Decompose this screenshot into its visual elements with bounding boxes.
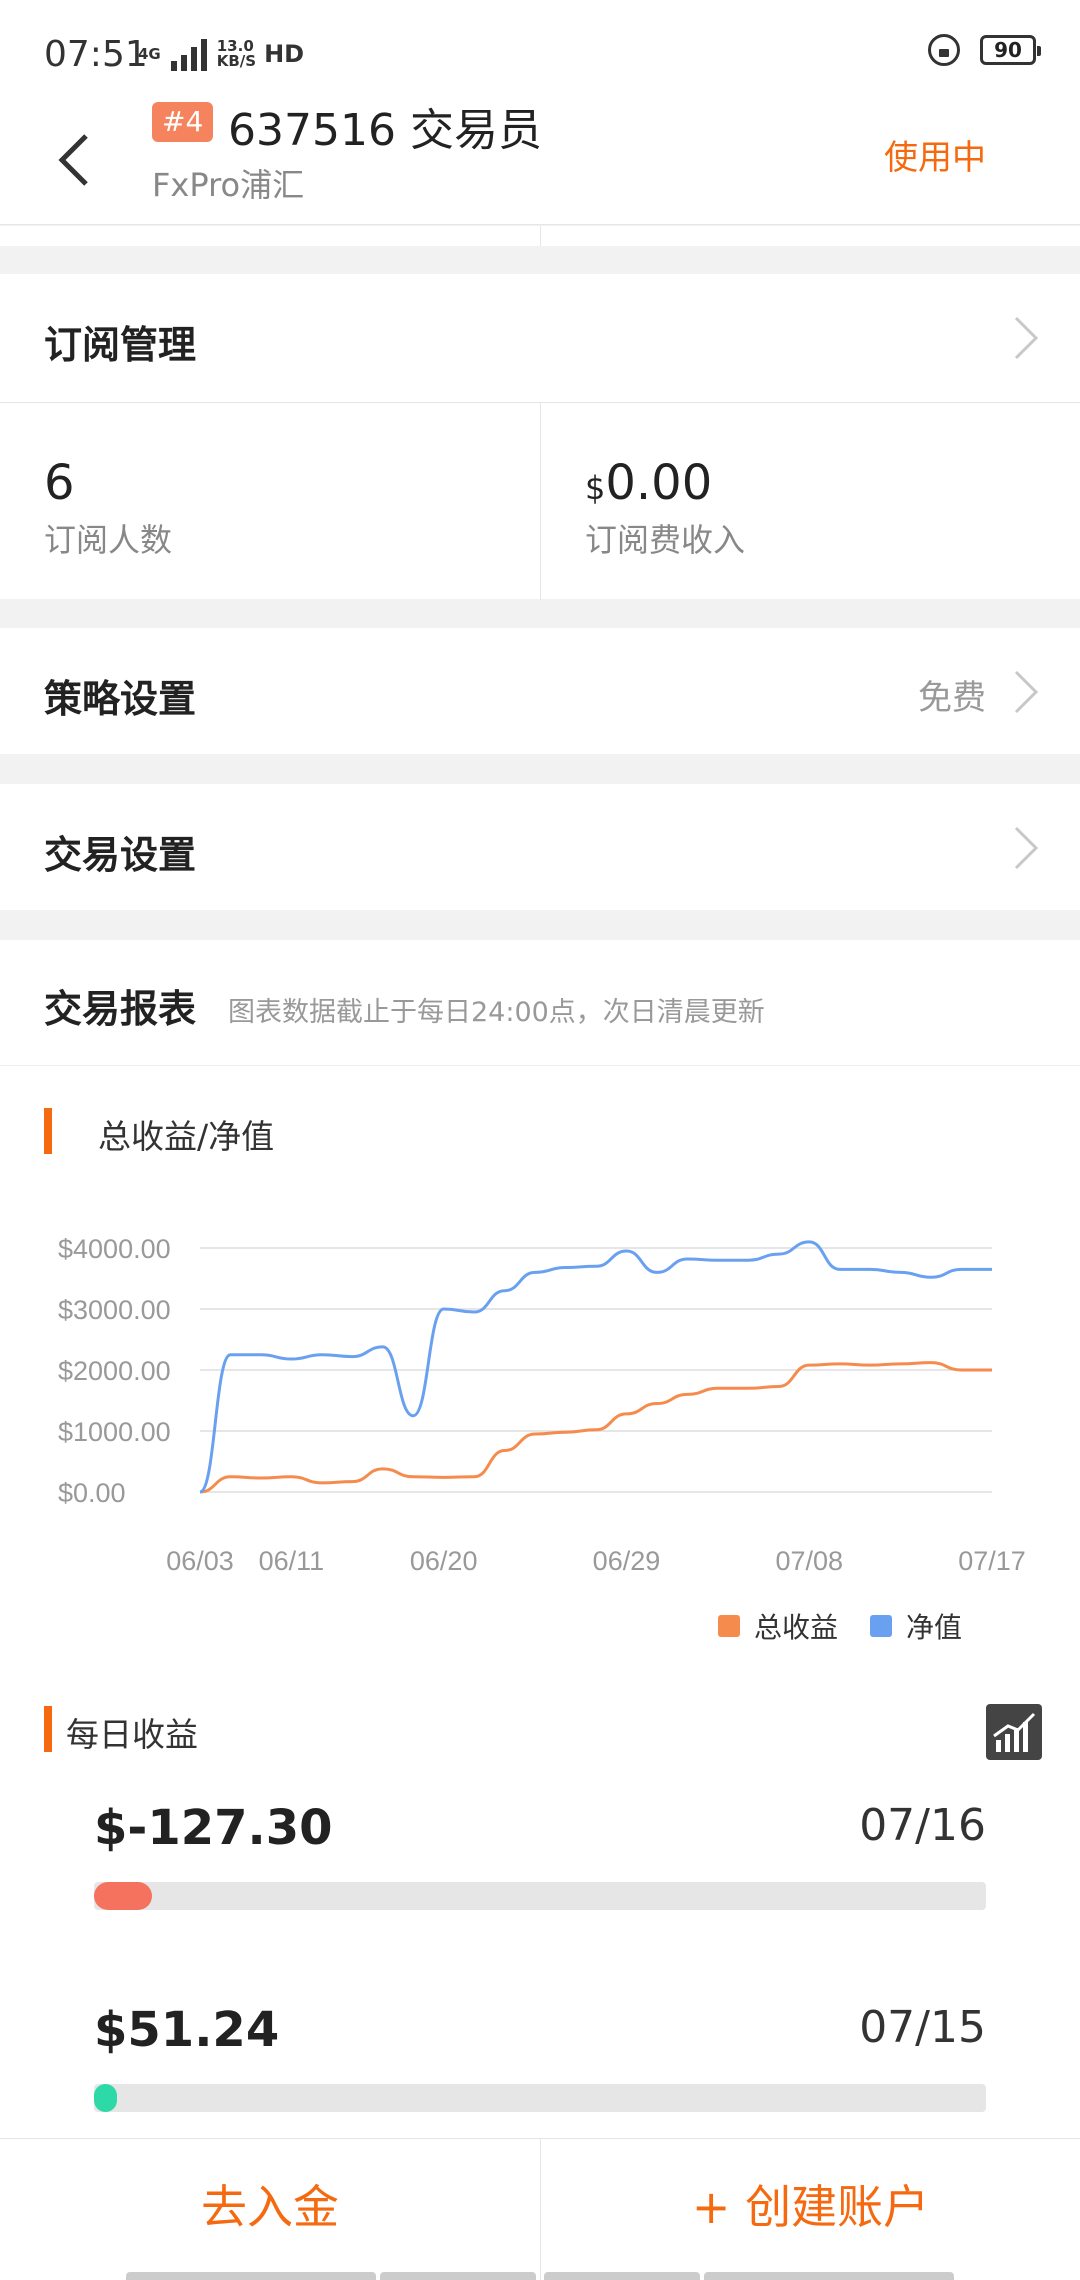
subscription-stats: 6 订阅人数 $0.00 订阅费收入 [0,402,1080,600]
trading-settings-label: 交易设置 [44,833,197,877]
battery-icon: 90 [980,35,1041,65]
subscriber-count-value: 6 [44,455,75,511]
x-tick-label: 06/11 [259,1546,325,1576]
subscription-management-row[interactable]: 订阅管理 [0,274,1080,402]
subscriber-count-label: 订阅人数 [44,521,173,559]
chevron-right-icon [1014,826,1039,870]
deposit-button[interactable]: 去入金 [0,2139,540,2280]
subscription-income-value: $0.00 [585,455,712,511]
income-amount: 0.00 [605,455,713,511]
section-marker [44,1706,52,1752]
legend-swatch-equity [869,1615,892,1637]
chevron-right-icon [1014,670,1039,714]
trading-settings-row[interactable]: 交易设置 [0,784,1080,910]
create-account-button[interactable]: + 创建账户 [540,2139,1080,2280]
status-time: 07:51 [44,34,148,75]
daily-profit-item: $51.24 07/15 [94,2002,986,2112]
subscription-income: $0.00 订阅费收入 [540,403,1080,600]
daily-profit-item: $-127.30 07/16 [94,1800,986,1910]
strategy-settings-row[interactable]: 策略设置 免费 [0,628,1080,754]
daily-amount: $-127.30 [94,1800,333,1856]
back-arrow-icon[interactable] [52,130,102,190]
legend-label-equity: 净值 [905,1611,962,1644]
daily-amount: $51.24 [94,2002,280,2058]
daily-profit-title: 每日收益 [66,1715,198,1754]
nav-indicator [704,2272,954,2280]
daily-bar-track [94,1882,986,1910]
x-tick-label: 07/17 [958,1546,1026,1576]
strategy-price: 免费 [918,678,986,718]
profit-equity-chart: $0.00 $1000.00 $2000.00 $3000.00 $4000.00 06/… [58,1234,1026,1576]
bottom-action-bar: 去入金 + 创建账户 [0,2138,1080,2280]
trading-report: 交易报表 图表数据截止于每日24:00点，次日清晨更新 总收益/净值 $0.00… [0,940,1080,2140]
legend-label-profit: 总收益 [753,1611,838,1644]
hd-indicator: HD [264,40,305,68]
rank-badge: #4 [152,102,214,142]
x-tick-label: 07/08 [775,1546,843,1576]
legend-item-equity: 净值 [869,1606,962,1646]
subscription-income-label: 订阅费收入 [585,521,746,559]
nav-indicator [544,2272,700,2280]
x-tick-label: 06/29 [593,1546,661,1576]
strategy-settings-label: 策略设置 [44,677,197,721]
network-type: 4G [138,44,161,63]
daily-date: 07/16 [859,1800,986,1851]
x-tick-label: 06/03 [166,1546,234,1576]
nav-indicator [126,2272,376,2280]
chevron-right-icon [1014,316,1039,360]
daily-date: 07/15 [859,2002,986,2053]
y-tick-label: $1000.00 [58,1417,171,1447]
chart-legend: 总收益 净值 [717,1606,962,1646]
speed-unit: KB/S [216,52,257,70]
previous-card-edge [0,226,1080,246]
rotation-lock-icon [928,34,960,66]
status-in-use[interactable]: 使用中 [884,130,986,179]
subscriber-count: 6 订阅人数 [0,403,540,600]
network-indicator: 4G 13.0 KB/S HD [138,34,304,74]
signal-icon [170,39,207,71]
series-line-equity [199,1240,992,1494]
subscription-management-label: 订阅管理 [44,323,197,367]
app-header: #4 637516 交易员 FxPro浦汇 使用中 [0,100,1080,225]
daily-bar-fill [94,1882,152,1910]
status-bar: 07:51 4G 13.0 KB/S HD 90 [0,0,1080,100]
series-line-total-profit [199,1361,992,1494]
legend-item-profit: 总收益 [717,1606,838,1646]
y-tick-label: $0.00 [58,1478,126,1508]
x-tick-label: 06/20 [410,1546,478,1576]
y-tick-label: $2000.00 [58,1356,171,1386]
currency-symbol: $ [585,469,606,507]
trend-chart-icon[interactable] [986,1704,1042,1760]
daily-bar-fill [94,2084,118,2112]
legend-swatch-profit [717,1615,740,1637]
y-tick-label: $3000.00 [58,1295,171,1325]
broker-name: FxPro浦汇 [152,166,305,204]
y-tick-label: $4000.00 [58,1234,171,1264]
trader-title: 637516 交易员 [228,105,542,156]
nav-indicator [380,2272,536,2280]
daily-bar-track [94,2084,986,2112]
